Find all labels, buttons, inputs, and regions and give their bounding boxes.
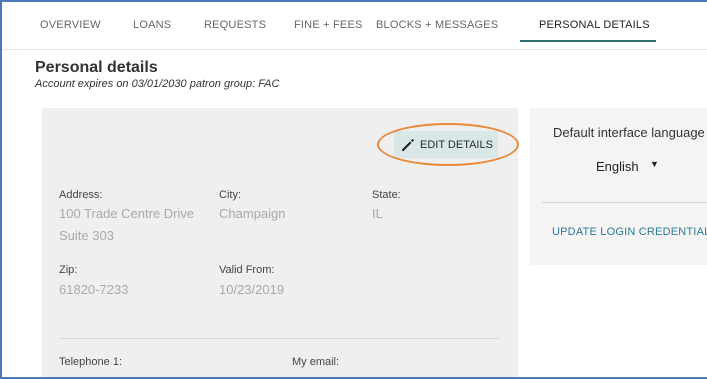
update-login-credentials-link[interactable]: UPDATE LOGIN CREDENTIALS (552, 226, 707, 238)
section-divider (59, 338, 499, 339)
page-title: Personal details (35, 59, 158, 76)
page-subtitle: Account expires on 03/01/2030 patron gro… (35, 78, 280, 90)
side-divider (542, 202, 707, 203)
app-frame: OVERVIEW LOANS REQUESTS FINE + FEES BLOC… (0, 0, 707, 379)
tab-loans[interactable]: LOANS (133, 19, 171, 31)
tab-personal-details[interactable]: PERSONAL DETAILS (539, 19, 650, 31)
tab-fine-fees[interactable]: FINE + FEES (294, 19, 363, 31)
zip-value: 61820-7233 (59, 282, 129, 297)
tab-requests[interactable]: REQUESTS (204, 19, 266, 31)
telephone-label: Telephone 1: (59, 356, 122, 368)
state-label: State: (372, 189, 401, 201)
address-line2-value: Suite 303 (59, 228, 114, 243)
active-tab-indicator (520, 40, 656, 42)
caret-down-icon[interactable]: ▼ (650, 159, 659, 169)
language-select[interactable]: English (596, 159, 639, 174)
email-label: My email: (292, 356, 340, 368)
address-label: Address: (59, 189, 103, 201)
tab-overview[interactable]: OVERVIEW (40, 19, 101, 31)
city-label: City: (219, 189, 241, 201)
state-value: IL (372, 206, 383, 221)
city-value: Champaign (219, 206, 286, 221)
tab-bar: OVERVIEW LOANS REQUESTS FINE + FEES BLOC… (2, 2, 707, 50)
zip-label: Zip: (59, 264, 78, 276)
highlight-annotation-ring (377, 123, 519, 166)
interface-language-heading: Default interface language (553, 125, 705, 140)
tab-blocks-messages[interactable]: BLOCKS + MESSAGES (376, 19, 498, 31)
valid-from-value: 10/23/2019 (219, 282, 285, 297)
valid-from-label: Valid From: (219, 264, 275, 276)
address-line1-value: 100 Trade Centre Drive (59, 206, 195, 221)
